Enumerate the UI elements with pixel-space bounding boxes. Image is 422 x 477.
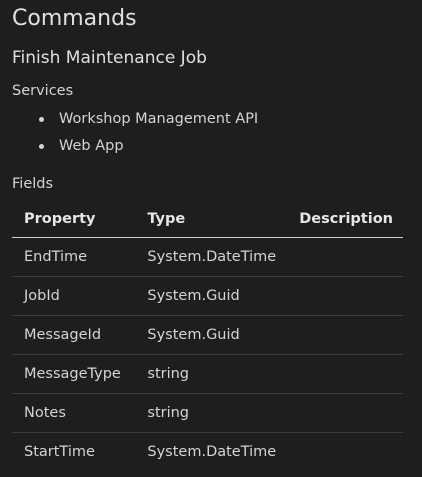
command-name-heading: Finish Maintenance Job — [12, 48, 207, 68]
cell-type: System.Guid — [135, 276, 288, 316]
fields-heading: Fields — [12, 176, 54, 192]
page-title: Commands — [12, 6, 137, 31]
column-header-type: Type — [135, 201, 288, 238]
cell-description — [287, 393, 403, 433]
list-item: Workshop Management API — [12, 108, 258, 135]
table-row: MessageType string — [12, 354, 403, 394]
cell-property: StartTime — [24, 444, 95, 460]
bullet-icon — [39, 144, 44, 149]
cell-type: System.Guid — [135, 315, 288, 355]
table-header-row: Property Type Description — [12, 201, 403, 238]
table-row: MessageId System.Guid — [12, 315, 403, 355]
column-header-description: Description — [287, 201, 403, 238]
service-name: Web App — [59, 138, 124, 154]
list-item: Web App — [12, 135, 258, 162]
service-name: Workshop Management API — [59, 111, 259, 127]
table-row: Notes string — [12, 393, 403, 433]
cell-description — [287, 237, 403, 277]
cell-property: MessageType — [12, 354, 136, 394]
services-heading: Services — [12, 83, 74, 99]
services-list: Workshop Management API Web App — [12, 108, 258, 162]
column-header-property: Property — [12, 201, 136, 238]
cell-type: System.DateTime — [147, 444, 277, 460]
cell-description — [287, 354, 403, 394]
cell-description — [287, 315, 403, 355]
cell-type: System.DateTime — [135, 237, 288, 277]
cell-type: string — [135, 354, 288, 394]
cell-description — [287, 433, 403, 472]
table-row: StartTime System.DateTime — [12, 433, 403, 472]
cell-property: MessageId — [12, 315, 136, 355]
cell-description — [287, 276, 403, 316]
cell-property: Notes — [12, 393, 136, 433]
cell-type: string — [135, 393, 288, 433]
fields-table: Property Type Description EndTime System… — [12, 201, 403, 471]
cell-property: JobId — [12, 276, 136, 316]
table-row: JobId System.Guid — [12, 276, 403, 316]
bullet-icon — [39, 117, 44, 122]
cell-property: EndTime — [12, 237, 136, 277]
table-row: EndTime System.DateTime — [12, 237, 403, 277]
